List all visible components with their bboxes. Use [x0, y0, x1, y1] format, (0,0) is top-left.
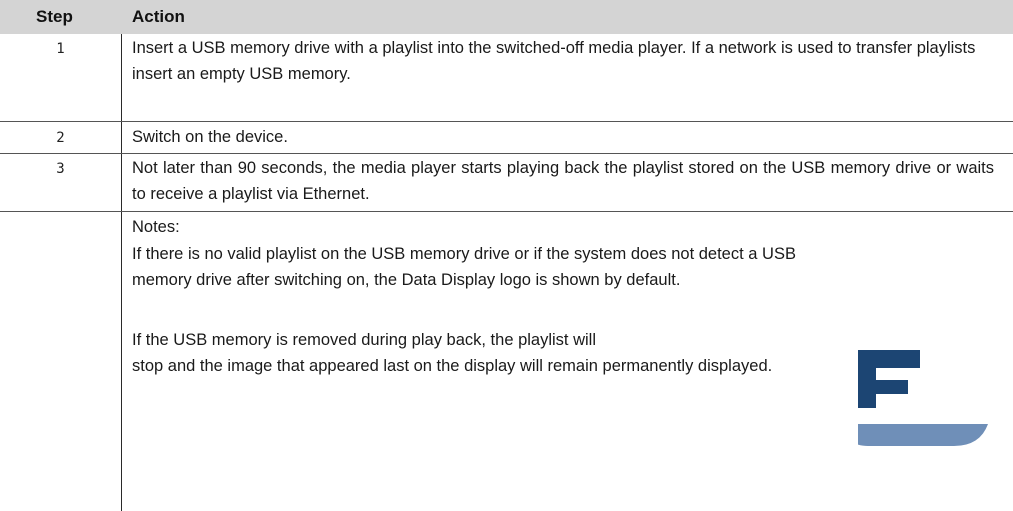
data-display-logo-icon: [858, 350, 988, 446]
column-divider: [121, 34, 122, 511]
notes-label: Notes:: [132, 218, 180, 236]
step-number-1: 1: [56, 41, 65, 57]
row-divider: [0, 121, 1013, 122]
row-divider: [0, 153, 1013, 154]
step-action-2: Switch on the device.: [132, 128, 288, 146]
header-step: Step: [36, 7, 73, 26]
header-action: Action: [132, 7, 185, 26]
step-number-3: 3: [56, 161, 65, 177]
row-divider: [0, 211, 1013, 212]
notes-paragraph-2-line-1: If the USB memory is removed during play…: [132, 331, 597, 349]
notes-paragraph-1: If there is no valid playlist on the USB…: [132, 245, 796, 289]
step-action-1: Insert a USB memory drive with a playlis…: [132, 39, 976, 83]
step-action-3: Not later than 90 seconds, the media pla…: [132, 159, 994, 203]
steps-table: Step Action 1 Insert a USB memory drive …: [0, 0, 1013, 511]
table-header: Step Action: [0, 0, 1013, 34]
step-number-2: 2: [56, 130, 65, 146]
